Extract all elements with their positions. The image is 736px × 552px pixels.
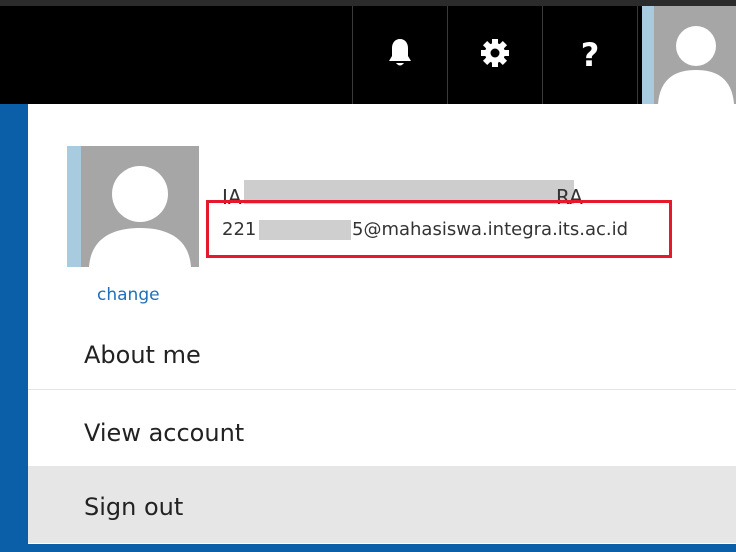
menu-item-about-me[interactable]: About me bbox=[28, 336, 736, 390]
settings-button[interactable] bbox=[447, 6, 542, 104]
email-highlight-box bbox=[206, 200, 672, 258]
help-icon: ? bbox=[580, 36, 600, 74]
menu-item-label: Sign out bbox=[84, 493, 184, 521]
bell-icon bbox=[387, 37, 413, 73]
gear-icon bbox=[480, 38, 510, 72]
notifications-button[interactable] bbox=[352, 6, 447, 104]
menu-item-label: View account bbox=[84, 419, 245, 447]
user-avatar-icon bbox=[89, 166, 191, 267]
account-avatar-button[interactable] bbox=[642, 6, 736, 104]
left-accent-bar bbox=[0, 104, 28, 552]
bottom-accent-bar bbox=[28, 543, 736, 552]
change-photo-link[interactable]: change bbox=[97, 284, 160, 306]
menu-item-sign-out[interactable]: Sign out bbox=[28, 466, 736, 543]
menu-item-label: About me bbox=[84, 341, 201, 369]
help-button[interactable]: ? bbox=[542, 6, 638, 104]
menu-item-view-account[interactable]: View account bbox=[28, 390, 736, 466]
profile-picture bbox=[67, 146, 199, 267]
